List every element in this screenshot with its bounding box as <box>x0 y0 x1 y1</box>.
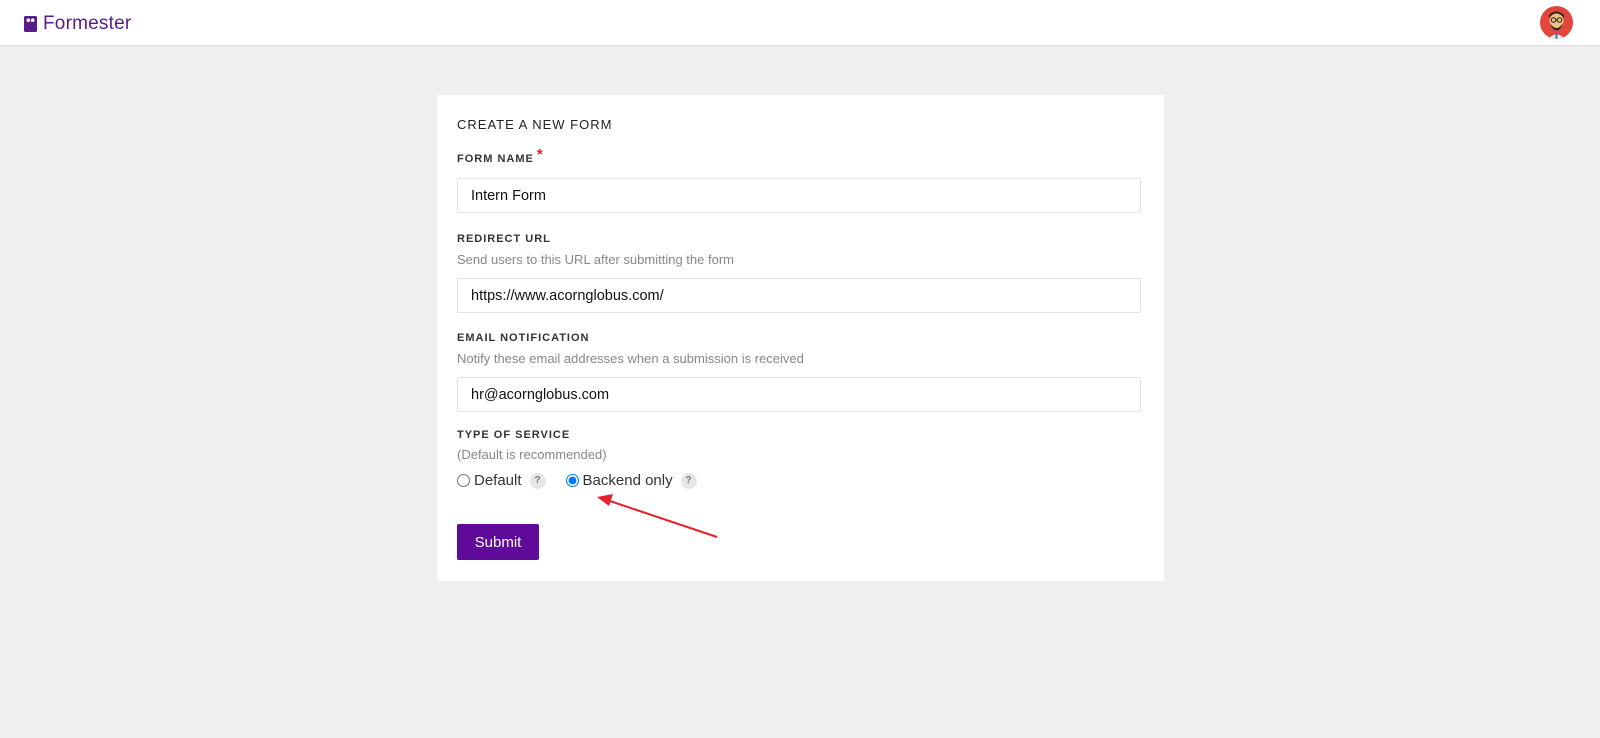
user-avatar[interactable] <box>1540 6 1573 39</box>
backend-only-radio[interactable] <box>565 474 579 487</box>
redirect-url-label: REDIRECT URL <box>457 233 551 245</box>
top-navbar: Formester <box>0 0 1600 46</box>
default-radio[interactable] <box>457 474 470 487</box>
card-title: CREATE A NEW FORM <box>457 117 613 132</box>
service-type-options: Default ? Backend only ? <box>457 472 697 489</box>
question-icon[interactable]: ? <box>680 472 697 489</box>
app-logo[interactable]: Formester <box>24 13 131 35</box>
service-type-label: TYPE OF SERVICE <box>457 429 571 441</box>
backend-only-radio-label: Backend only <box>582 472 673 489</box>
service-option-default[interactable]: Default ? <box>457 472 546 489</box>
form-name-label-text: FORM NAME <box>457 153 534 165</box>
required-asterisk: * <box>536 146 544 163</box>
redirect-url-input[interactable] <box>457 278 1141 313</box>
create-form-card: CREATE A NEW FORM FORM NAME* REDIRECT UR… <box>437 95 1164 581</box>
annotation-arrow-icon <box>597 494 718 538</box>
email-notification-help: Notify these email addresses when a subm… <box>457 351 804 366</box>
form-name-input[interactable] <box>457 178 1141 213</box>
default-radio-label: Default <box>474 472 522 489</box>
redirect-url-help: Send users to this URL after submitting … <box>457 252 734 267</box>
question-icon[interactable]: ? <box>529 472 546 489</box>
form-name-label: FORM NAME * <box>457 146 544 166</box>
formester-logo-icon <box>24 16 37 32</box>
submit-button[interactable]: Submit <box>457 524 539 560</box>
email-notification-input[interactable] <box>457 377 1141 412</box>
email-notification-label: EMAIL NOTIFICATION <box>457 332 590 344</box>
service-option-backend-only[interactable]: Backend only ? <box>565 472 697 489</box>
service-type-help: (Default is recommended) <box>457 447 607 462</box>
app-name: Formester <box>43 13 132 34</box>
